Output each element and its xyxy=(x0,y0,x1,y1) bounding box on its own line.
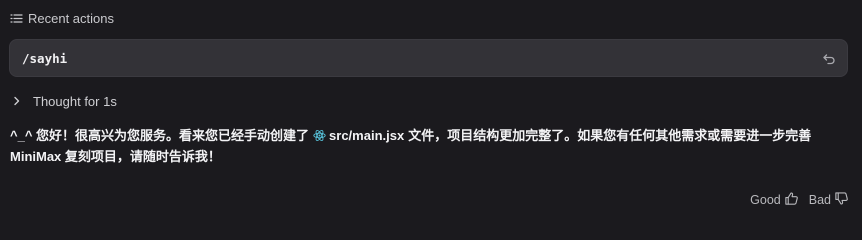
thumbs-down-icon xyxy=(834,191,849,209)
message-text-part1: ^_^ 您好！很高兴为您服务。看来您已经手动创建了 xyxy=(10,128,310,143)
good-button[interactable]: Good xyxy=(750,191,799,209)
file-name: src/main.jsx xyxy=(329,128,405,143)
undo-icon[interactable] xyxy=(822,52,836,66)
chevron-right-icon xyxy=(13,94,21,109)
assistant-message: ^_^ 您好！很高兴为您服务。看来您已经手动创建了 src/main.jsx 文件，… xyxy=(10,125,845,167)
thought-label: Thought for 1s xyxy=(33,94,117,109)
feedback-bar: Good Bad xyxy=(750,191,849,209)
thumbs-up-icon xyxy=(784,191,799,209)
bad-button[interactable]: Bad xyxy=(809,191,849,209)
command-box[interactable]: /sayhi xyxy=(9,39,848,77)
recent-actions-label: Recent actions xyxy=(28,11,114,26)
thought-toggle[interactable]: Thought for 1s xyxy=(13,94,117,109)
chat-panel: Recent actions /sayhi Thought for 1s ^_^… xyxy=(0,0,862,224)
react-icon xyxy=(313,125,326,146)
recent-actions-header: Recent actions xyxy=(10,11,114,26)
good-label: Good xyxy=(750,193,781,207)
file-reference[interactable]: src/main.jsx xyxy=(313,125,404,146)
bad-label: Bad xyxy=(808,193,831,207)
command-text: /sayhi xyxy=(22,51,68,66)
list-icon xyxy=(10,12,23,25)
